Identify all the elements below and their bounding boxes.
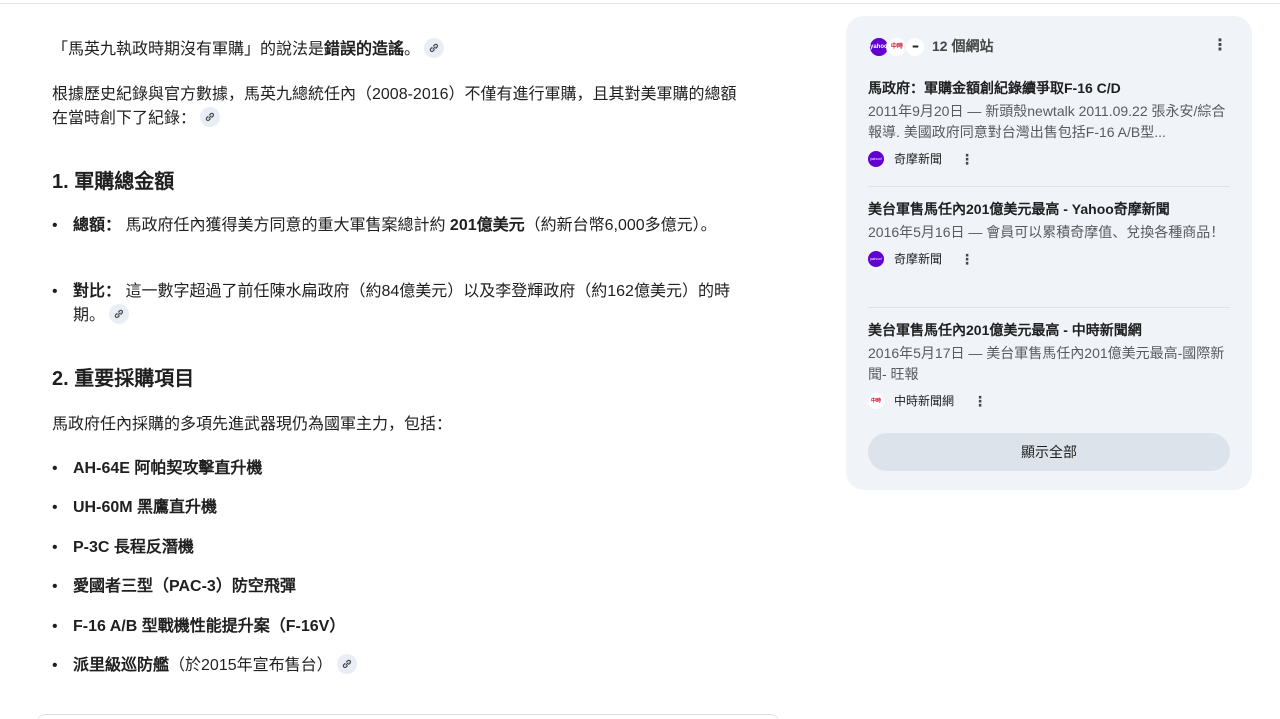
source-title[interactable]: 美台軍售馬任內201億美元最高 - 中時新聞網 xyxy=(868,320,1230,340)
more-options-icon[interactable]: ⋮ xyxy=(960,149,974,169)
yahoo-favicon-icon: yahoo! xyxy=(868,251,884,267)
bullet-label: 總額： xyxy=(73,217,122,234)
more-options-icon[interactable]: ⋮ xyxy=(960,249,974,269)
source-card[interactable]: 美台軍售馬任內201億美元最高 - 中時新聞網 2016年5月17日 — 美台軍… xyxy=(868,320,1230,411)
bullet-total: 總額： 馬政府任內獲得美方同意的重大軍售案總計約 201億美元（約新台幣6,00… xyxy=(52,214,752,238)
source-card[interactable]: 馬政府：軍購金額創紀錄續爭取F-16 C/D 2011年9月20日 — 新頭殼n… xyxy=(868,78,1230,169)
list-item: 愛國者三型（PAC-3）防空飛彈 xyxy=(52,575,296,599)
divider xyxy=(868,186,1230,187)
bullet-bold: 201億美元 xyxy=(449,217,525,234)
bullet-text: 這一數字超過了前任陳水扁政府（約84億美元）以及李登輝政府（約162億美元）的時… xyxy=(73,283,730,324)
sources-header[interactable]: yahoo! 中時 ▪▪▪ 12 個網站 ⋮ xyxy=(868,34,1230,58)
source-title[interactable]: 美台軍售馬任內201億美元最高 - Yahoo奇摩新聞 xyxy=(868,199,1230,219)
list-item: UH-60M 黑鷹直升機 xyxy=(52,496,217,520)
source-meta: 中時 中時新聞網 ⋮ xyxy=(868,391,1230,411)
source-name: 奇摩新聞 xyxy=(894,252,943,266)
more-options-icon[interactable]: ⋮ xyxy=(1210,36,1230,56)
intro-prefix: 「馬英九執政時期沒有軍購」的說法是 xyxy=(52,41,325,58)
section1-heading: 1. 軍購總金額 xyxy=(52,171,175,193)
sources-panel: yahoo! 中時 ▪▪▪ 12 個網站 ⋮ 馬政府：軍購金額創紀錄續爭取F-1… xyxy=(846,16,1252,490)
chinatimes-favicon-icon: 中時 xyxy=(868,393,884,409)
source-snippet: 2016年5月16日 — 會員可以累積奇摩值、兌換各種商品！ xyxy=(868,224,1225,240)
list-item: F-16 A/B 型戰機性能提升案（F-16V） xyxy=(52,615,345,639)
section2-heading: 2. 重要採購項目 xyxy=(52,368,195,390)
more-options-icon[interactable]: ⋮ xyxy=(973,391,987,411)
source-meta: yahoo! 奇摩新聞 ⋮ xyxy=(868,249,1230,269)
bullet-compare: 對比： 這一數字超過了前任陳水扁政府（約84億美元）以及李登輝政府（約162億美… xyxy=(52,280,752,328)
source-snippet: 2016年5月17日 — 美台軍售馬任內201億美元最高-國際新聞- 旺報 xyxy=(868,345,1225,382)
site-favicon-icon: ▪▪▪ xyxy=(904,36,926,58)
list-item: AH-64E 阿帕契攻擊直升機 xyxy=(52,457,262,481)
source-meta: yahoo! 奇摩新聞 ⋮ xyxy=(868,149,1230,169)
answer-intro: 「馬英九執政時期沒有軍購」的說法是錯誤的造謠。 xyxy=(52,37,445,62)
list-item-note: （於2015年宣布售台） xyxy=(169,657,333,674)
citation-link-icon[interactable] xyxy=(109,303,130,324)
citation-link-icon[interactable] xyxy=(336,653,357,674)
intro-bold: 錯誤的造謠 xyxy=(324,41,405,58)
show-all-button[interactable]: 顯示全部 xyxy=(868,433,1230,471)
bullet-text: 馬政府任內獲得美方同意的重大軍售案總計約 xyxy=(121,217,450,234)
source-card[interactable]: 美台軍售馬任內201億美元最高 - Yahoo奇摩新聞 2016年5月16日 —… xyxy=(868,199,1230,269)
intro-suffix: 。 xyxy=(404,41,421,58)
list-item: 派里級巡防艦（於2015年宣布售台） xyxy=(52,653,357,678)
section2-intro: 馬政府任內採購的多項先進武器現仍為國軍主力，包括： xyxy=(52,416,453,433)
yahoo-favicon-icon: yahoo! xyxy=(868,151,884,167)
citation-link-icon[interactable] xyxy=(200,106,221,127)
bullet-label: 對比： xyxy=(73,283,122,300)
list-item: P-3C 長程反潛機 xyxy=(52,536,194,560)
answer-summary: 根據歷史紀錄與官方數據，馬英九總統任內（2008-2016）不僅有進行軍購，且其… xyxy=(52,83,752,131)
input-box-edge xyxy=(36,714,780,719)
top-divider xyxy=(0,3,1280,4)
source-favicons: yahoo! 中時 ▪▪▪ xyxy=(868,34,926,58)
list-item-label: 派里級巡防艦 xyxy=(73,657,170,674)
source-title[interactable]: 馬政府：軍購金額創紀錄續爭取F-16 C/D xyxy=(868,78,1230,98)
divider xyxy=(868,307,1230,308)
source-name: 中時新聞網 xyxy=(894,394,955,408)
bullet-text: （約新台幣6,000多億元）。 xyxy=(524,217,717,234)
source-name: 奇摩新聞 xyxy=(894,152,943,166)
source-snippet: 2011年9月20日 — 新頭殼newtalk 2011.09.22 張永安/綜… xyxy=(868,103,1226,140)
citation-link-icon[interactable] xyxy=(424,37,445,58)
summary-text: 根據歷史紀錄與官方數據，馬英九總統任內（2008-2016）不僅有進行軍購，且其… xyxy=(52,86,737,127)
sources-count: 12 個網站 xyxy=(932,38,994,54)
